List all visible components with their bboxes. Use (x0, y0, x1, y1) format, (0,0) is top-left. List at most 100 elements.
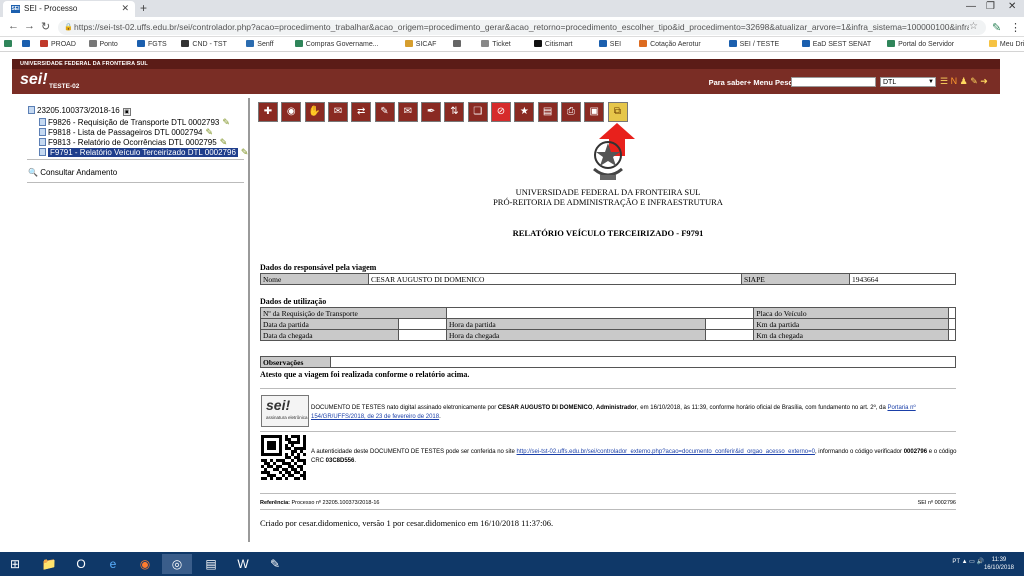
ordenar-icon[interactable]: ⇅ (444, 102, 465, 122)
qr-module (288, 462, 291, 465)
minimize-icon[interactable]: — (966, 1, 976, 12)
favoritos-icon[interactable]: ★ (514, 102, 535, 122)
mover-icon[interactable]: ⇄ (351, 102, 372, 122)
tree-item-relatorio-veiculo[interactable]: F9791 - Relatório Veículo Terceirizado D… (39, 147, 248, 158)
bookmark-icon[interactable] (22, 40, 33, 48)
qr-module (261, 444, 264, 447)
bookmark-item[interactable]: SICAF (404, 40, 436, 48)
close-window-icon[interactable]: ✕ (1008, 1, 1016, 12)
incluir-documento-icon[interactable]: ✚ (258, 102, 278, 122)
bookmark-item[interactable]: Senff (246, 40, 274, 48)
apps-icon[interactable] (4, 40, 15, 48)
reload-icon[interactable]: ↻ (41, 20, 50, 33)
qr-module (288, 438, 291, 441)
bookmark-item[interactable]: Meu Drive - Google ... (988, 40, 1024, 48)
qr-module (294, 441, 297, 444)
outlook-app-icon[interactable]: O (66, 554, 96, 574)
ie-app-icon[interactable]: e (98, 554, 128, 574)
chrome-app-icon[interactable]: ◎ (162, 554, 192, 574)
bookmark-label: EaD SEST SENAT (812, 41, 872, 48)
bookmark-label: Cotação Aerotur (650, 41, 701, 48)
magnifier-icon: 🔍 (28, 168, 38, 177)
bookmark-item[interactable]: SEI (598, 40, 622, 48)
new-tab-icon[interactable]: + (140, 1, 147, 15)
qr-module (276, 435, 279, 438)
sei-logo[interactable]: sei! (20, 71, 48, 89)
search-input[interactable] (791, 77, 876, 87)
url-field[interactable]: 🔒 https://sei-tst-02.uffs.edu.br/sei/con… (58, 20, 986, 35)
bookmark-item[interactable]: EaD SEST SENAT (801, 40, 872, 48)
enviar-email-icon[interactable]: ✉ (327, 102, 348, 122)
bookmark-label: Compras Govername... (305, 41, 379, 48)
bookmark-item[interactable]: FGTS (137, 40, 167, 48)
bookmark-item[interactable]: Portal do Servidor (887, 40, 954, 48)
qr-module (285, 462, 288, 465)
files-app-icon[interactable]: ▤ (196, 554, 226, 574)
ciencia-icon[interactable]: ◉ (281, 102, 302, 122)
bookmark-favicon-icon (639, 40, 648, 47)
reference-value: Processo nº 23205.100373/2018-16 (289, 500, 380, 506)
start-icon[interactable]: ⊞ (0, 554, 30, 574)
explorer-app-icon[interactable]: 📁 (34, 554, 64, 574)
assinar-icon[interactable]: ✋ (304, 102, 325, 122)
qr-module (291, 465, 294, 468)
excluir-icon[interactable]: ⊘ (491, 102, 511, 122)
unit-select[interactable]: DTL ▼ (880, 77, 936, 87)
qr-module (288, 447, 291, 450)
verification-link[interactable]: http://sei-tst-02.uffs.edu.br/sei/contro… (517, 449, 815, 455)
address-bar-row: ← → ↻ 🔒 https://sei-tst-02.uffs.edu.br/s… (0, 17, 1024, 37)
document-view: UNIVERSIDADE FEDERAL DA FRONTEIRA SUL PR… (251, 130, 999, 530)
forward-icon[interactable]: → (24, 20, 35, 32)
tree-item-label: F9818 - Lista de Passageiros DTL 0002794 (48, 128, 203, 137)
bookmark-item[interactable]: Ponto (88, 40, 118, 48)
clock[interactable]: 11:39 16/10/2018 (984, 556, 1014, 572)
bookmark-item[interactable]: Compras Govername... (294, 40, 379, 48)
bookmark-item[interactable]: Ticket (481, 40, 511, 48)
qr-module (291, 468, 294, 471)
pane-splitter[interactable] (248, 98, 250, 542)
copiar-icon[interactable]: ❏ (467, 102, 488, 122)
imprimir-icon[interactable]: ⎙ (560, 102, 581, 122)
extension-icon[interactable]: ✎ (992, 21, 1001, 34)
arquivar-icon[interactable]: ▣ (584, 102, 605, 122)
qr-module (297, 441, 300, 444)
bookmark-item[interactable]: Citismart (533, 40, 573, 48)
qr-module (279, 441, 282, 444)
process-node[interactable]: 23205.100373/2018-16 ▣ (28, 106, 131, 116)
qr-module (270, 435, 273, 438)
firefox-app-icon[interactable]: ◉ (130, 554, 160, 574)
qr-module (303, 435, 306, 438)
qr-module (264, 435, 267, 438)
pdf-icon[interactable]: ▤ (537, 102, 558, 122)
qr-module (294, 435, 297, 438)
qr-module (294, 450, 297, 453)
qr-module (291, 435, 294, 438)
bookmark-label: SEI (609, 41, 622, 48)
bookmark-star-icon[interactable]: ☆ (969, 21, 978, 32)
browser-tab[interactable]: SEI SEI - Processo ✕ (3, 1, 135, 17)
bookmark-item[interactable]: SEI / TESTE (728, 40, 779, 48)
signer-role: Administrador (595, 405, 637, 411)
paint-app-icon[interactable]: ✎ (260, 554, 290, 574)
editar-icon[interactable]: ✎ (374, 102, 395, 122)
bookmark-item[interactable]: Cotação Aerotur (639, 40, 701, 48)
authenticity-block: A autenticidade deste DOCUMENTO DE TESTE… (311, 448, 959, 466)
maximize-icon[interactable]: ❐ (986, 1, 995, 12)
word-app-icon[interactable]: W (228, 554, 258, 574)
caneta-icon[interactable]: ✒ (421, 102, 442, 122)
bookmark-item[interactable]: PROAD (40, 40, 76, 48)
close-tab-icon[interactable]: ✕ (121, 3, 129, 14)
duplicar-icon[interactable]: ⧉ (607, 102, 628, 122)
email-icon[interactable]: ✉ (397, 102, 418, 122)
hora-chegada-label: Hora da chegada (445, 329, 707, 341)
header-icons[interactable]: ☰ N ♟ ✎ ➜ (940, 76, 988, 87)
tray-area[interactable]: PT ▲ ▭ 🔊 (952, 558, 984, 565)
consultar-andamento-link[interactable]: 🔍 Consultar Andamento (28, 168, 117, 177)
qr-module (279, 453, 282, 456)
bookmark-item[interactable]: CND - TST (181, 40, 227, 48)
menu-icon[interactable]: ⋮ (1010, 21, 1021, 34)
qr-module (297, 465, 300, 468)
back-icon[interactable]: ← (8, 20, 19, 32)
bookmark-item[interactable] (453, 40, 464, 48)
qr-module (291, 450, 294, 453)
